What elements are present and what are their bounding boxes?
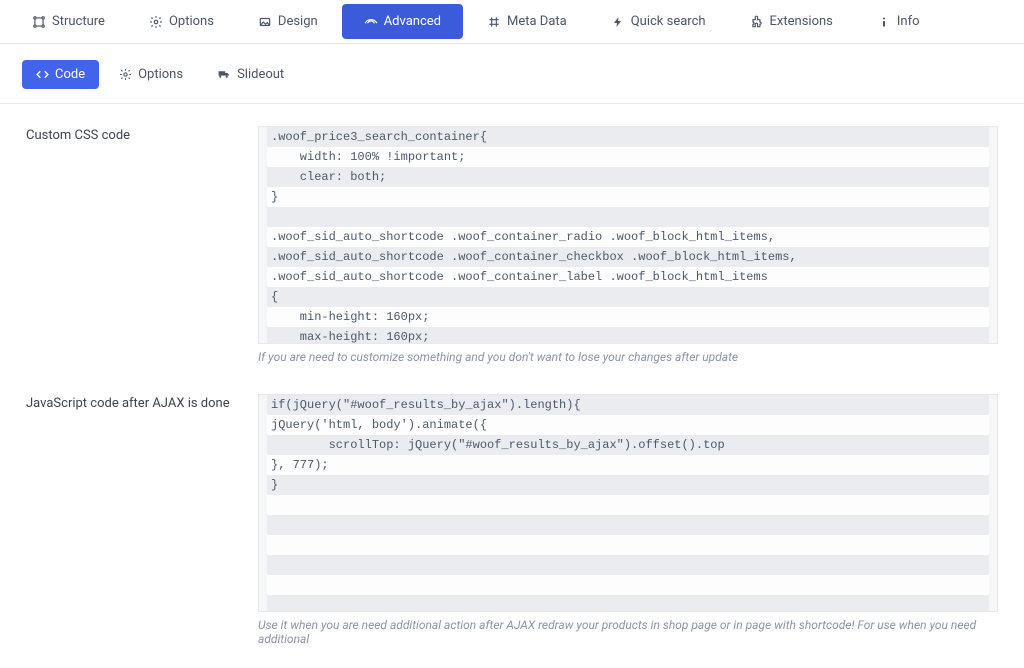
top-tab-design[interactable]: Design	[236, 0, 340, 43]
css-code-editor[interactable]: .woof_price3_search_container{ width: 10…	[258, 126, 998, 344]
gear-icon	[149, 15, 163, 29]
sub-tab-options[interactable]: Options	[105, 60, 197, 89]
bolt-icon	[611, 15, 625, 29]
advanced-icon	[364, 15, 378, 29]
tab-label: Meta Data	[507, 14, 567, 29]
sub-tab-code[interactable]: Code	[22, 60, 99, 89]
tab-label: Info	[897, 14, 920, 29]
content-area: Custom CSS code .woof_price3_search_cont…	[0, 104, 1024, 668]
js-help-text: Use it when you are need additional acti…	[258, 618, 998, 646]
top-tab-extensions[interactable]: Extensions	[728, 0, 855, 43]
top-tab-metadata[interactable]: Meta Data	[465, 0, 589, 43]
tab-label: Options	[138, 67, 183, 82]
tab-label: Design	[278, 14, 318, 29]
js-label: JavaScript code after AJAX is done	[26, 394, 258, 646]
design-icon	[258, 15, 272, 29]
tab-label: Advanced	[384, 14, 441, 29]
tab-label: Quick search	[631, 14, 706, 29]
tab-label: Code	[55, 67, 85, 82]
top-tab-options[interactable]: Options	[127, 0, 236, 43]
metadata-icon	[487, 15, 501, 29]
tab-label: Structure	[52, 14, 105, 29]
tab-label: Options	[169, 14, 214, 29]
tab-label: Extensions	[770, 14, 833, 29]
top-tab-bar: Structure Options Design Advanced Meta D…	[0, 0, 1024, 44]
top-tab-quicksearch[interactable]: Quick search	[589, 0, 728, 43]
js-code-editor[interactable]: if(jQuery("#woof_results_by_ajax").lengt…	[258, 394, 998, 612]
puzzle-icon	[750, 15, 764, 29]
tab-label: Slideout	[237, 67, 284, 82]
sub-tab-bar: Code Options Slideout	[0, 44, 1024, 104]
truck-icon	[217, 68, 231, 81]
gear-icon	[119, 68, 132, 81]
top-tab-structure[interactable]: Structure	[10, 0, 127, 43]
info-icon	[877, 15, 891, 29]
code-icon	[36, 68, 49, 81]
css-help-text: If you are need to customize something a…	[258, 350, 998, 364]
css-label: Custom CSS code	[26, 126, 258, 364]
structure-icon	[32, 15, 46, 29]
top-tab-advanced[interactable]: Advanced	[342, 4, 463, 39]
top-tab-info[interactable]: Info	[855, 0, 942, 43]
sub-tab-slideout[interactable]: Slideout	[203, 60, 298, 89]
